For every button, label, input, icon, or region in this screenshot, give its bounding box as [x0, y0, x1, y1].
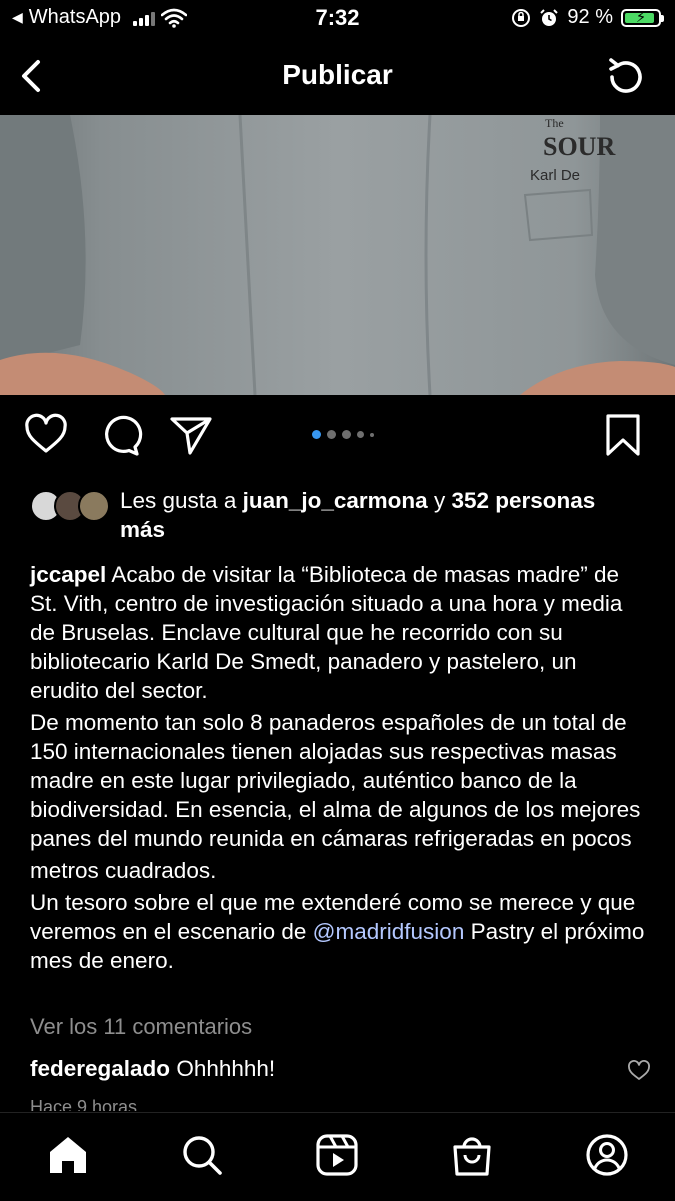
liker-username[interactable]: juan_jo_carmona — [243, 488, 428, 513]
reels-icon[interactable] — [315, 1133, 359, 1177]
comment-username[interactable]: federegalado — [30, 1056, 170, 1081]
search-icon[interactable] — [180, 1133, 224, 1177]
page-title: Publicar — [282, 59, 393, 90]
carousel-dot — [342, 430, 351, 439]
orientation-lock-icon — [512, 8, 531, 27]
comment-text: Ohhhhhh! — [176, 1056, 276, 1081]
comment-time: Hace 9 horas — [30, 1097, 138, 1111]
comment-bubble-icon[interactable] — [97, 412, 143, 458]
view-all-comments-link[interactable]: Ver los 11 comentarios — [30, 1014, 252, 1040]
likes-text[interactable]: Les gusta a juan_jo_carmona y 352 person… — [120, 486, 640, 544]
carousel-indicator — [312, 430, 374, 439]
bottom-tab-bar — [0, 1112, 675, 1201]
caption-paragraph-2b: metros cuadrados. — [30, 858, 217, 883]
status-bar: ◀ WhatsApp 7:32 92 % ⚡ — [0, 0, 675, 38]
carousel-dot — [357, 431, 364, 438]
post-caption: jccapel Acabo de visitar la “Biblioteca … — [30, 560, 650, 975]
save-bookmark-icon[interactable] — [600, 412, 646, 458]
battery-percent: 92 % — [567, 6, 613, 28]
comment-row: federegalado Ohhhhhh! — [30, 1056, 275, 1082]
liker-avatar — [78, 490, 110, 522]
charging-bolt-icon: ⚡ — [635, 8, 647, 26]
caption-paragraph-1: Acabo de visitar la “Biblioteca de masas… — [30, 562, 623, 703]
caption-username[interactable]: jccapel — [30, 562, 106, 587]
post-image[interactable]: The SOUR Karl De — [0, 115, 675, 395]
shop-bag-icon[interactable] — [450, 1133, 494, 1177]
share-send-icon[interactable] — [168, 412, 214, 458]
like-heart-icon[interactable] — [23, 412, 69, 458]
comment-timestamp: Hace 9 horas — [30, 1097, 330, 1111]
status-right: 92 % ⚡ — [511, 6, 664, 29]
chef-jacket-photo: The SOUR Karl De — [0, 115, 675, 395]
post-action-bar — [0, 412, 675, 462]
comment-like-heart-icon[interactable] — [627, 1059, 651, 1083]
caption-mention-link[interactable]: @madridfusion — [313, 919, 465, 944]
profile-avatar-icon[interactable] — [585, 1133, 629, 1177]
refresh-icon[interactable] — [603, 54, 649, 100]
caption-paragraph-2: De momento tan solo 8 panaderos españole… — [30, 710, 641, 851]
likes-prefix: Les gusta a — [120, 488, 237, 513]
home-icon[interactable] — [46, 1133, 90, 1177]
liker-avatars — [30, 490, 110, 522]
top-nav: Publicar — [0, 40, 675, 112]
carousel-dot — [312, 430, 321, 439]
likes-connector: y — [433, 488, 446, 513]
alarm-icon — [540, 8, 559, 26]
embroidered-name: Karl De — [530, 167, 580, 184]
carousel-dot — [327, 430, 336, 439]
logo-text-the: The — [545, 116, 564, 130]
carousel-dot — [370, 432, 374, 437]
battery-icon: ⚡ — [621, 8, 664, 27]
logo-text-sour: SOUR — [543, 132, 615, 161]
